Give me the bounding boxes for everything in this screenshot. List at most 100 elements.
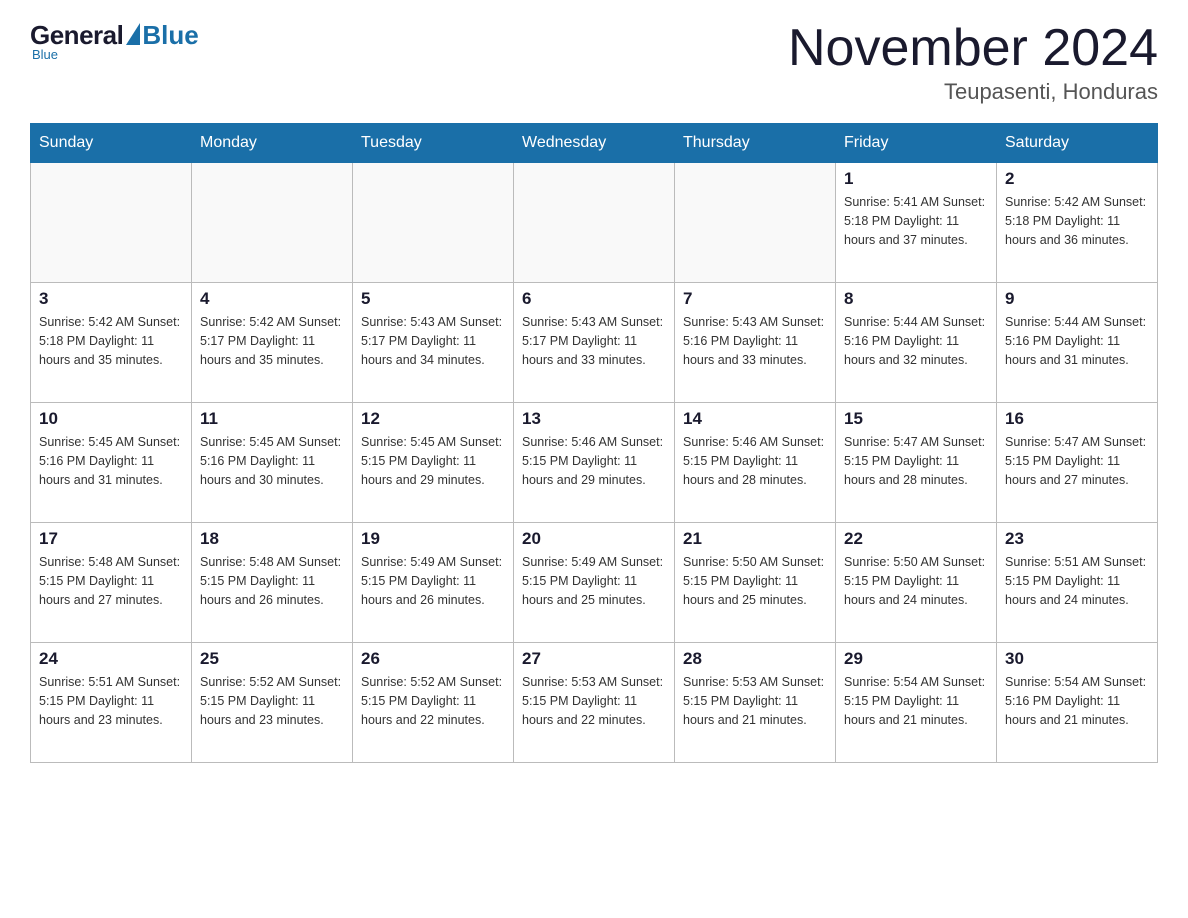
day-cell xyxy=(514,163,675,283)
page-header: General Blue Blue November 2024 Teupasen… xyxy=(30,20,1158,105)
day-number: 24 xyxy=(39,649,183,669)
day-number: 11 xyxy=(200,409,344,429)
weekday-header-saturday: Saturday xyxy=(997,124,1158,163)
day-info: Sunrise: 5:41 AM Sunset: 5:18 PM Dayligh… xyxy=(844,193,988,249)
day-number: 30 xyxy=(1005,649,1149,669)
day-info: Sunrise: 5:42 AM Sunset: 5:18 PM Dayligh… xyxy=(39,313,183,369)
day-info: Sunrise: 5:47 AM Sunset: 5:15 PM Dayligh… xyxy=(1005,433,1149,489)
day-cell: 18Sunrise: 5:48 AM Sunset: 5:15 PM Dayli… xyxy=(192,523,353,643)
day-number: 28 xyxy=(683,649,827,669)
weekday-header-thursday: Thursday xyxy=(675,124,836,163)
day-cell: 19 Sunrise: 5:49 AM Sunset: 5:15 PM Dayli… xyxy=(353,523,514,643)
day-info: Sunrise: 5:53 AM Sunset: 5:15 PM Dayligh… xyxy=(683,673,827,729)
weekday-header-friday: Friday xyxy=(836,124,997,163)
day-cell: 17Sunrise: 5:48 AM Sunset: 5:15 PM Dayli… xyxy=(31,523,192,643)
day-number: 16 xyxy=(1005,409,1149,429)
day-cell xyxy=(31,163,192,283)
day-cell: 22 Sunrise: 5:50 AM Sunset: 5:15 PM Dayli… xyxy=(836,523,997,643)
day-info: Sunrise: 5:45 AM Sunset: 5:16 PM Dayligh… xyxy=(39,433,183,489)
day-cell: 14 Sunrise: 5:46 AM Sunset: 5:15 PM Dayli… xyxy=(675,403,836,523)
month-title: November 2024 xyxy=(788,20,1158,77)
day-cell: 25 Sunrise: 5:52 AM Sunset: 5:15 PM Dayli… xyxy=(192,643,353,763)
day-info: Sunrise: 5:42 AM Sunset: 5:18 PM Dayligh… xyxy=(1005,193,1149,249)
day-number: 4 xyxy=(200,289,344,309)
day-info: Sunrise: 5:43 AM Sunset: 5:16 PM Dayligh… xyxy=(683,313,827,369)
week-row-1: 1 Sunrise: 5:41 AM Sunset: 5:18 PM Daylig… xyxy=(31,163,1158,283)
day-info: Sunrise: 5:46 AM Sunset: 5:15 PM Dayligh… xyxy=(683,433,827,489)
day-info: Sunrise: 5:46 AM Sunset: 5:15 PM Dayligh… xyxy=(522,433,666,489)
weekday-header-wednesday: Wednesday xyxy=(514,124,675,163)
weekday-header-monday: Monday xyxy=(192,124,353,163)
day-cell: 15 Sunrise: 5:47 AM Sunset: 5:15 PM Dayli… xyxy=(836,403,997,523)
logo: General Blue Blue xyxy=(30,20,199,62)
weekday-header-row: SundayMondayTuesdayWednesdayThursdayFrid… xyxy=(31,124,1158,163)
day-info: Sunrise: 5:45 AM Sunset: 5:15 PM Dayligh… xyxy=(361,433,505,489)
day-number: 15 xyxy=(844,409,988,429)
day-number: 6 xyxy=(522,289,666,309)
day-info: Sunrise: 5:54 AM Sunset: 5:15 PM Dayligh… xyxy=(844,673,988,729)
week-row-2: 3 Sunrise: 5:42 AM Sunset: 5:18 PM Daylig… xyxy=(31,283,1158,403)
day-number: 22 xyxy=(844,529,988,549)
day-cell: 1 Sunrise: 5:41 AM Sunset: 5:18 PM Daylig… xyxy=(836,163,997,283)
day-cell: 7 Sunrise: 5:43 AM Sunset: 5:16 PM Daylig… xyxy=(675,283,836,403)
day-cell: 9Sunrise: 5:44 AM Sunset: 5:16 PM Daylig… xyxy=(997,283,1158,403)
day-cell: 29 Sunrise: 5:54 AM Sunset: 5:15 PM Dayli… xyxy=(836,643,997,763)
day-number: 2 xyxy=(1005,169,1149,189)
day-number: 10 xyxy=(39,409,183,429)
day-info: Sunrise: 5:50 AM Sunset: 5:15 PM Dayligh… xyxy=(683,553,827,609)
day-number: 13 xyxy=(522,409,666,429)
day-cell: 16 Sunrise: 5:47 AM Sunset: 5:15 PM Dayli… xyxy=(997,403,1158,523)
day-number: 27 xyxy=(522,649,666,669)
week-row-3: 10 Sunrise: 5:45 AM Sunset: 5:16 PM Dayli… xyxy=(31,403,1158,523)
day-info: Sunrise: 5:42 AM Sunset: 5:17 PM Dayligh… xyxy=(200,313,344,369)
day-number: 21 xyxy=(683,529,827,549)
day-number: 23 xyxy=(1005,529,1149,549)
day-number: 1 xyxy=(844,169,988,189)
day-cell: 23Sunrise: 5:51 AM Sunset: 5:15 PM Dayli… xyxy=(997,523,1158,643)
day-cell xyxy=(353,163,514,283)
day-cell: 13 Sunrise: 5:46 AM Sunset: 5:15 PM Dayli… xyxy=(514,403,675,523)
day-cell: 10 Sunrise: 5:45 AM Sunset: 5:16 PM Dayli… xyxy=(31,403,192,523)
day-info: Sunrise: 5:52 AM Sunset: 5:15 PM Dayligh… xyxy=(361,673,505,729)
day-info: Sunrise: 5:43 AM Sunset: 5:17 PM Dayligh… xyxy=(522,313,666,369)
day-info: Sunrise: 5:44 AM Sunset: 5:16 PM Dayligh… xyxy=(1005,313,1149,369)
day-number: 29 xyxy=(844,649,988,669)
week-row-5: 24 Sunrise: 5:51 AM Sunset: 5:15 PM Dayli… xyxy=(31,643,1158,763)
day-number: 25 xyxy=(200,649,344,669)
day-info: Sunrise: 5:53 AM Sunset: 5:15 PM Dayligh… xyxy=(522,673,666,729)
day-cell: 20 Sunrise: 5:49 AM Sunset: 5:15 PM Dayli… xyxy=(514,523,675,643)
logo-subtitle: Blue xyxy=(32,47,58,62)
day-number: 5 xyxy=(361,289,505,309)
day-info: Sunrise: 5:49 AM Sunset: 5:15 PM Dayligh… xyxy=(361,553,505,609)
weekday-header-sunday: Sunday xyxy=(31,124,192,163)
day-cell: 24 Sunrise: 5:51 AM Sunset: 5:15 PM Dayli… xyxy=(31,643,192,763)
day-cell: 5 Sunrise: 5:43 AM Sunset: 5:17 PM Daylig… xyxy=(353,283,514,403)
day-cell: 4 Sunrise: 5:42 AM Sunset: 5:17 PM Daylig… xyxy=(192,283,353,403)
day-info: Sunrise: 5:43 AM Sunset: 5:17 PM Dayligh… xyxy=(361,313,505,369)
day-info: Sunrise: 5:49 AM Sunset: 5:15 PM Dayligh… xyxy=(522,553,666,609)
day-number: 12 xyxy=(361,409,505,429)
day-info: Sunrise: 5:52 AM Sunset: 5:15 PM Dayligh… xyxy=(200,673,344,729)
calendar-table: SundayMondayTuesdayWednesdayThursdayFrid… xyxy=(30,123,1158,763)
day-number: 7 xyxy=(683,289,827,309)
day-cell: 26 Sunrise: 5:52 AM Sunset: 5:15 PM Dayli… xyxy=(353,643,514,763)
day-number: 20 xyxy=(522,529,666,549)
day-info: Sunrise: 5:51 AM Sunset: 5:15 PM Dayligh… xyxy=(39,673,183,729)
day-cell: 21 Sunrise: 5:50 AM Sunset: 5:15 PM Dayli… xyxy=(675,523,836,643)
day-cell: 12 Sunrise: 5:45 AM Sunset: 5:15 PM Dayli… xyxy=(353,403,514,523)
day-number: 14 xyxy=(683,409,827,429)
day-info: Sunrise: 5:50 AM Sunset: 5:15 PM Dayligh… xyxy=(844,553,988,609)
day-number: 3 xyxy=(39,289,183,309)
location-title: Teupasenti, Honduras xyxy=(788,79,1158,105)
day-number: 26 xyxy=(361,649,505,669)
day-cell: 11Sunrise: 5:45 AM Sunset: 5:16 PM Dayli… xyxy=(192,403,353,523)
day-number: 8 xyxy=(844,289,988,309)
title-block: November 2024 Teupasenti, Honduras xyxy=(788,20,1158,105)
day-cell: 8 Sunrise: 5:44 AM Sunset: 5:16 PM Daylig… xyxy=(836,283,997,403)
day-info: Sunrise: 5:44 AM Sunset: 5:16 PM Dayligh… xyxy=(844,313,988,369)
day-info: Sunrise: 5:47 AM Sunset: 5:15 PM Dayligh… xyxy=(844,433,988,489)
day-cell xyxy=(192,163,353,283)
logo-blue-text: Blue xyxy=(142,20,198,51)
day-number: 19 xyxy=(361,529,505,549)
day-info: Sunrise: 5:48 AM Sunset: 5:15 PM Dayligh… xyxy=(200,553,344,609)
